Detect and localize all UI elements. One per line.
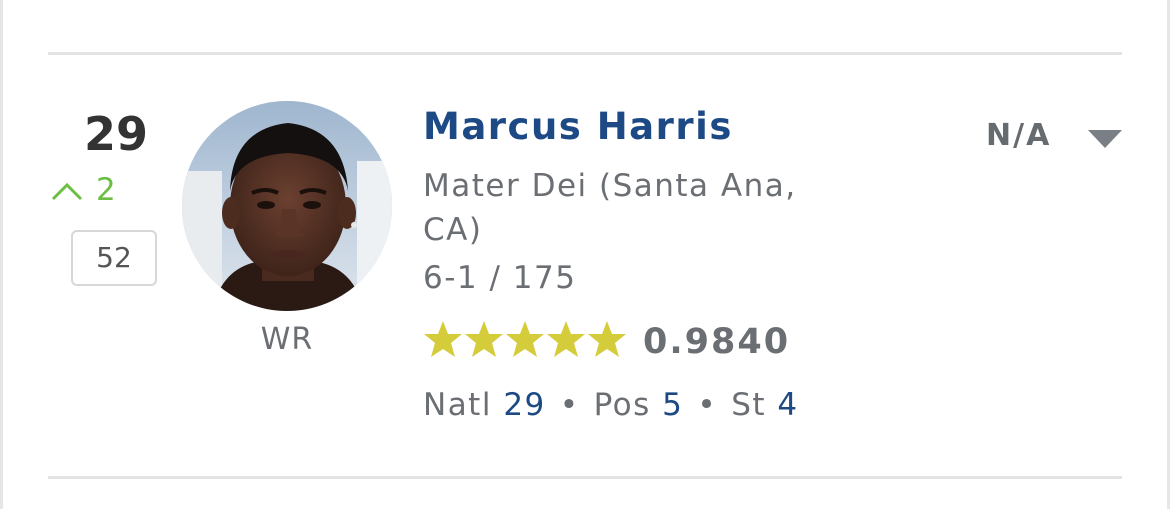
composite-rating: 0.9840 [643,322,791,362]
caret-down-icon[interactable] [1088,130,1122,150]
avatar[interactable] [182,101,392,311]
chevron-up-icon [51,182,83,201]
list-card-frame [0,0,1170,509]
star-rating [423,320,628,360]
natl-label: Natl [423,387,492,423]
rank-change-value: 2 [96,172,116,208]
position-label: WR [260,322,314,357]
player-school: Mater Dei (Santa Ana, CA) [423,168,797,248]
star-icon [588,321,626,357]
star-icon [465,321,503,357]
rank-change: 2 [50,172,142,208]
separator-dot: • [559,387,580,423]
pos-label: Pos [593,387,651,423]
pos-rank-link[interactable]: 5 [662,387,683,423]
rank-number: 29 [83,107,148,161]
st-rank-link[interactable]: 4 [777,387,798,423]
player-name-link[interactable]: Marcus Harris [423,104,733,150]
natl-rank-link[interactable]: 29 [503,387,545,423]
player-height-weight: 6-1 / 175 [423,260,577,296]
row-divider-top [48,52,1122,55]
star-icon [547,321,585,357]
star-icon [506,321,544,357]
row-divider-bottom [48,476,1122,479]
star-icon [424,321,462,357]
previous-rank-badge: 52 [71,230,157,286]
separator-dot: • [697,387,718,423]
player-rankings: Natl 29 • Pos 5 • St 4 [423,384,799,426]
player-headshot-image [182,101,392,311]
commitment-status[interactable]: N/A [986,116,1051,156]
st-label: St [731,387,767,423]
